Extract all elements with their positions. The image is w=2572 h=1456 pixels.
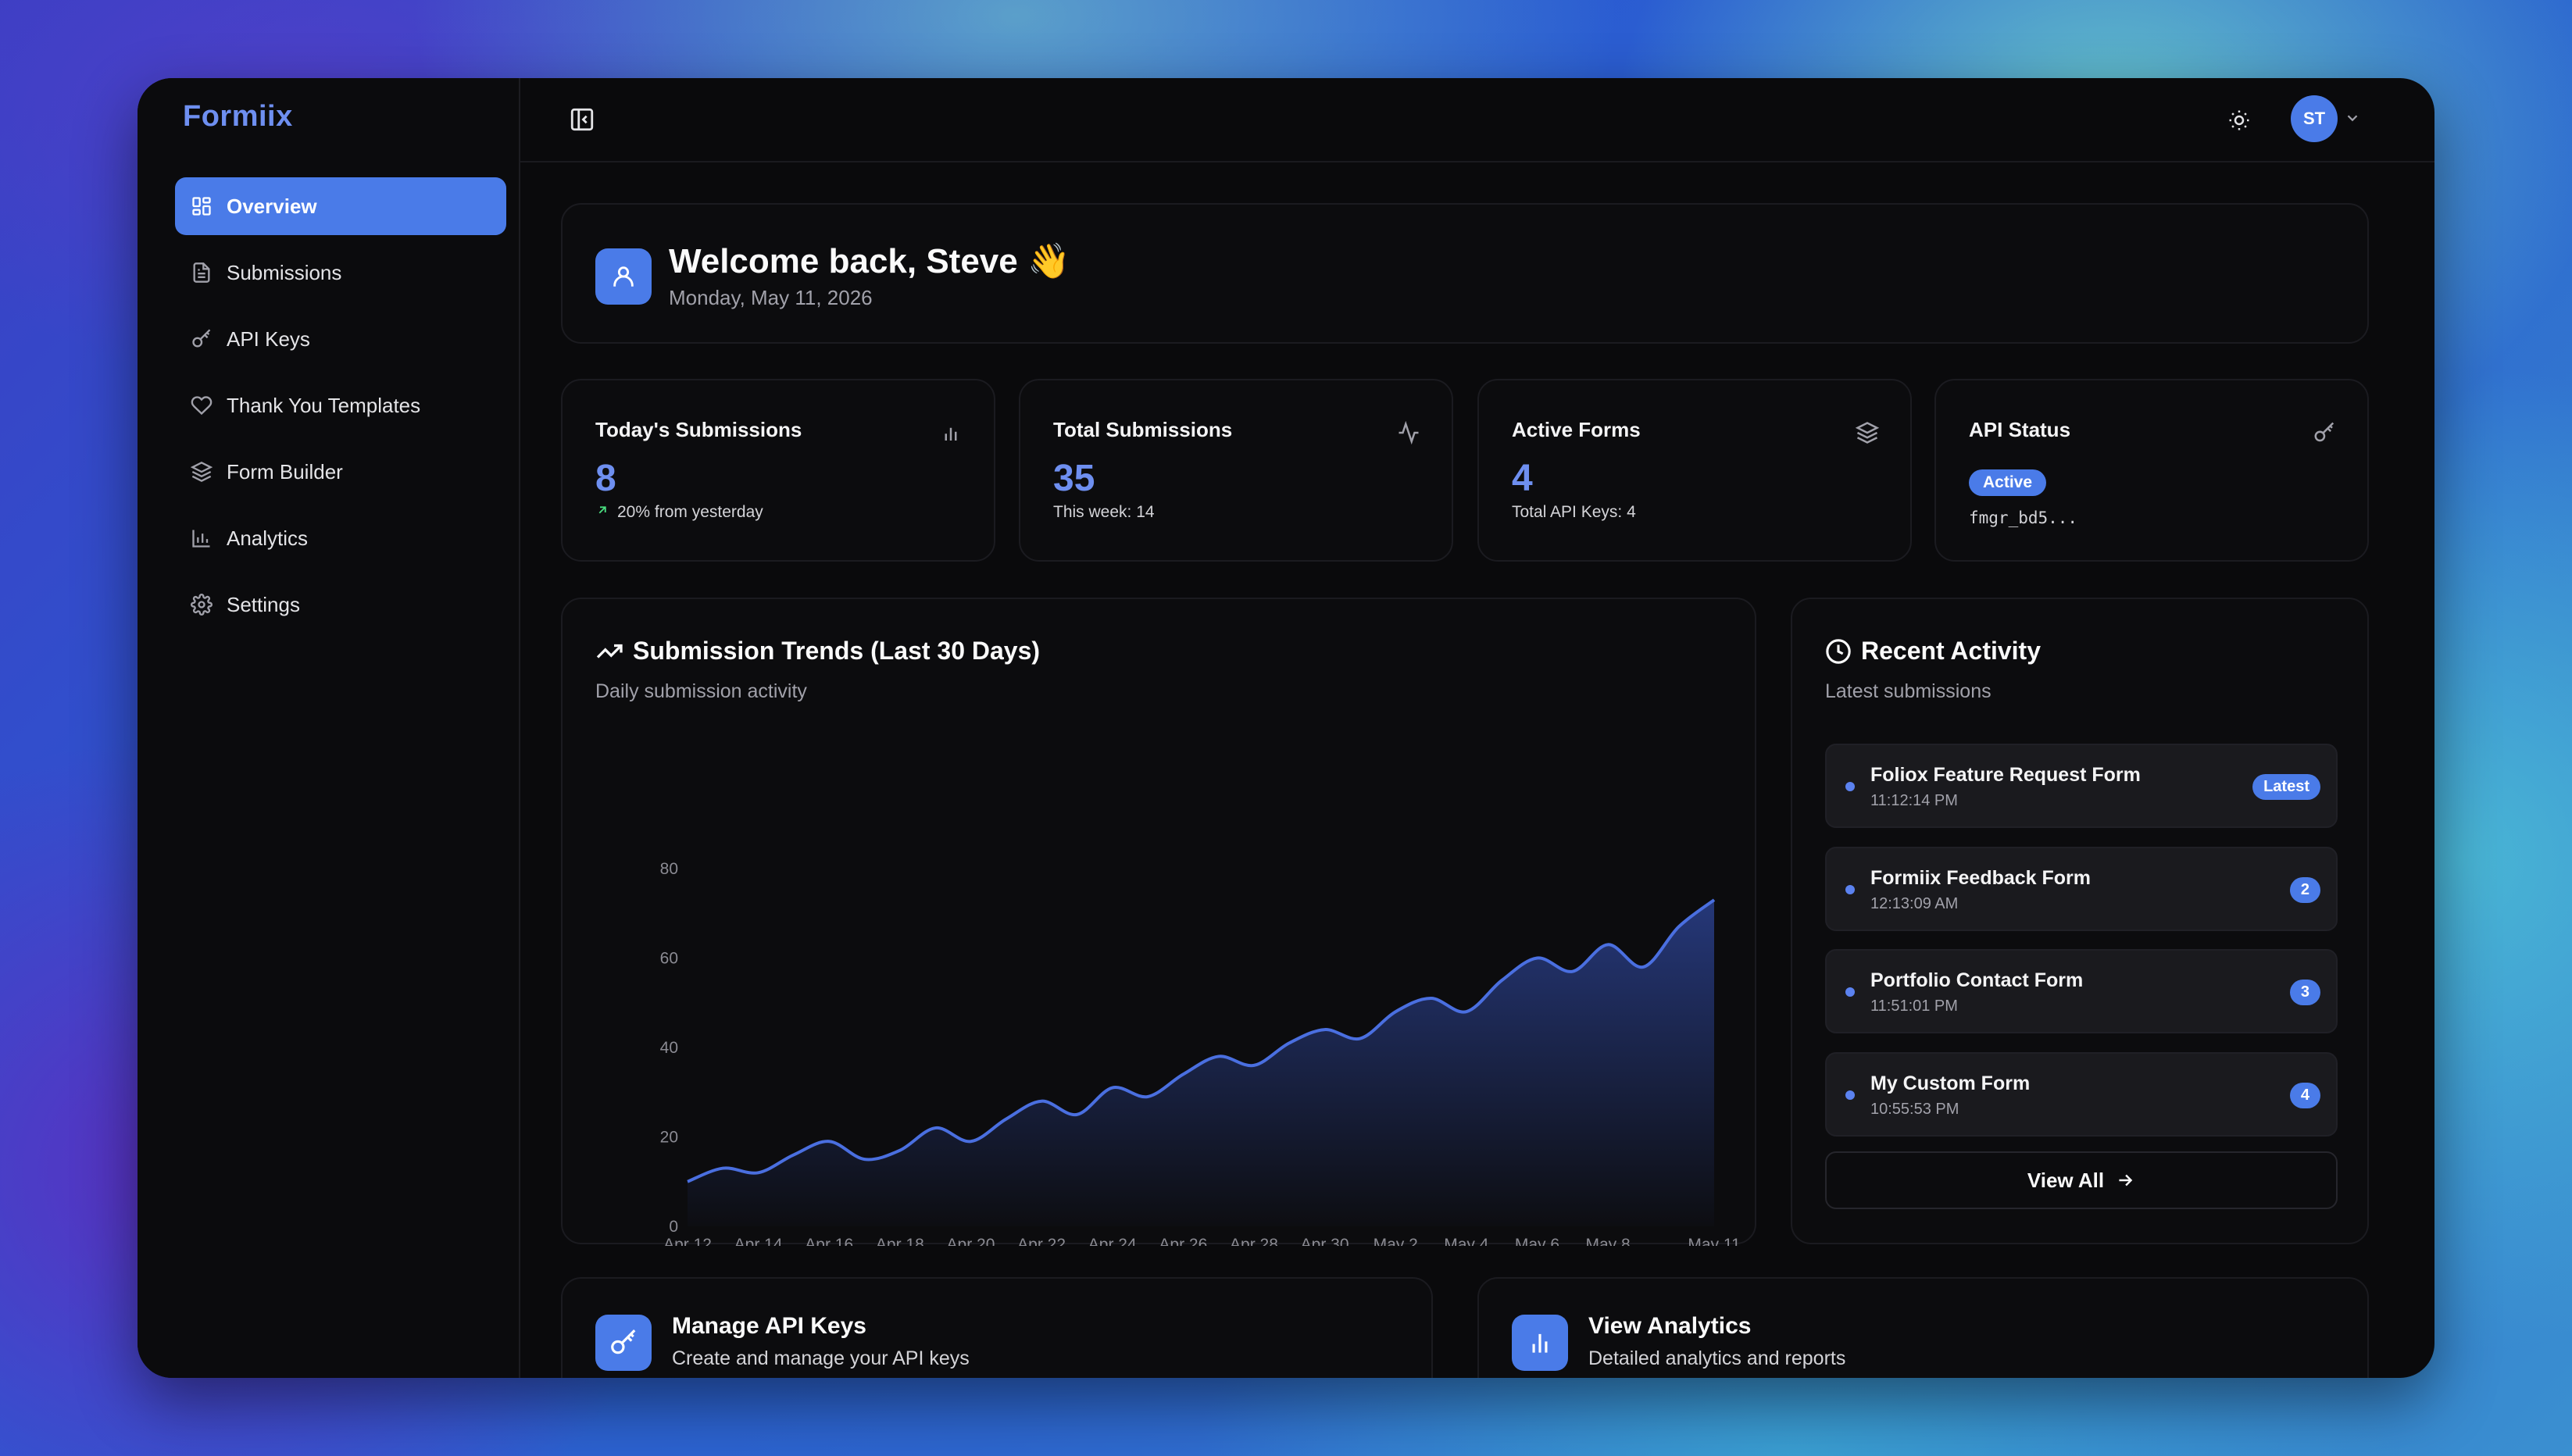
x-tick-label: May 11 (1688, 1236, 1740, 1246)
activity-form-name: Foliox Feature Request Form (1870, 764, 2141, 786)
x-tick-label: May 8 (1585, 1236, 1630, 1246)
y-tick-label: 20 (660, 1129, 678, 1147)
stat-card-api: API Status Active fmgr_bd5... (1934, 379, 2369, 562)
status-dot (1845, 782, 1855, 791)
x-tick-label: Apr 22 (1017, 1236, 1066, 1246)
quick-action-title: View Analytics (1588, 1313, 1752, 1339)
stat-card-forms: Active Forms 4 Total API Keys: 4 (1477, 379, 1912, 562)
activity-time: 11:12:14 PM (1870, 792, 1958, 809)
stat-sub: 20% from yesterday (595, 503, 763, 522)
stat-card-today: Today's Submissions 8 20% from yesterday (561, 379, 995, 562)
quick-action-title: Manage API Keys (672, 1313, 866, 1339)
arrow-right-icon (2119, 1174, 2133, 1187)
api-key-preview: fmgr_bd5... (1969, 509, 2078, 527)
stat-label: API Status (1969, 418, 2071, 441)
activity-badge: 4 (2289, 1083, 2320, 1108)
activity-item[interactable]: Foliox Feature Request Form 11:12:14 PM … (1825, 744, 2338, 828)
activity-item[interactable]: My Custom Form 10:55:53 PM 4 (1825, 1052, 2338, 1137)
activity-item[interactable]: Portfolio Contact Form 11:51:01 PM 3 (1825, 949, 2338, 1033)
stat-value: 4 (1512, 458, 1533, 499)
x-tick-label: Apr 12 (663, 1236, 712, 1246)
x-tick-label: Apr 28 (1230, 1236, 1278, 1246)
x-tick-label: Apr 14 (734, 1236, 783, 1246)
stat-label: Today's Submissions (595, 418, 802, 441)
key-icon (595, 1315, 652, 1371)
stat-sub: Total API Keys: 4 (1512, 503, 1636, 521)
activity-time: 11:51:01 PM (1870, 997, 1958, 1015)
layers-icon (1856, 422, 1879, 444)
x-tick-label: May 6 (1515, 1236, 1559, 1246)
bar-chart-icon (1512, 1315, 1568, 1371)
stat-value: 8 (595, 458, 616, 499)
quick-action-subtitle: Detailed analytics and reports (1588, 1347, 1846, 1369)
activity-title: Recent Activity (1825, 637, 2041, 666)
x-tick-label: Apr 30 (1301, 1236, 1349, 1246)
activity-badge: 2 (2289, 877, 2320, 903)
activity-item[interactable]: Formiix Feedback Form 12:13:09 AM 2 (1825, 847, 2338, 931)
submission-trends-card: Submission Trends (Last 30 Days) Daily s… (561, 598, 1756, 1246)
bar-chart-icon (945, 427, 957, 441)
stat-label: Active Forms (1512, 418, 1641, 441)
stat-sub: This week: 14 (1053, 503, 1155, 521)
y-tick-label: 60 (660, 950, 678, 968)
activity-title-text: Recent Activity (1861, 637, 2041, 665)
y-tick-label: 0 (669, 1218, 678, 1236)
welcome-date: Monday, May 11, 2026 (669, 286, 873, 309)
view-all-label: View All (2027, 1168, 2105, 1192)
main-content: Welcome back, Steve 👋 Monday, May 11, 20… (138, 78, 2434, 1378)
x-tick-label: Apr 24 (1088, 1236, 1137, 1246)
x-tick-label: Apr 16 (805, 1236, 853, 1246)
stat-card-total: Total Submissions 35 This week: 14 (1019, 379, 1453, 562)
stat-label: Total Submissions (1053, 418, 1233, 441)
area-chart: 80 60 40 20 0Apr 12 Apr 14 Apr 16 Apr 18 Apr 20 A… (660, 860, 1741, 1246)
status-dot (1845, 885, 1855, 894)
activity-badge: 3 (2289, 980, 2320, 1005)
activity-form-name: Portfolio Contact Form (1870, 969, 2084, 991)
welcome-card: Welcome back, Steve 👋 Monday, May 11, 20… (561, 203, 2369, 344)
x-tick-label: Apr 20 (947, 1236, 995, 1246)
quick-action-subtitle: Create and manage your API keys (672, 1347, 970, 1369)
activity-form-name: My Custom Form (1870, 1072, 2031, 1094)
manage-api-keys-card[interactable]: Manage API Keys Create and manage your A… (561, 1277, 1433, 1378)
clock-icon (1826, 638, 1851, 664)
activity-icon (1399, 421, 1419, 444)
activity-subtitle: Latest submissions (1825, 680, 1992, 702)
user-icon (595, 248, 652, 305)
activity-time: 10:55:53 PM (1870, 1101, 1959, 1118)
view-all-button[interactable]: View All (1825, 1151, 2338, 1209)
activity-form-name: Formiix Feedback Form (1870, 867, 2092, 889)
stat-change-text: 20% from yesterday (617, 503, 763, 521)
x-tick-label: May 2 (1374, 1236, 1418, 1246)
x-tick-label: May 4 (1444, 1236, 1489, 1246)
y-tick-label: 40 (660, 1039, 678, 1057)
activity-badge: Latest (2252, 774, 2320, 800)
status-dot (1845, 987, 1855, 997)
x-tick-label: Apr 26 (1159, 1236, 1207, 1246)
key-icon (2314, 422, 2334, 442)
status-badge: Active (1969, 469, 2047, 496)
activity-time: 12:13:09 AM (1870, 895, 1959, 912)
status-dot (1845, 1090, 1855, 1100)
welcome-title: Welcome back, Steve 👋 (669, 242, 1070, 280)
content-clip: Welcome back, Steve 👋 Monday, May 11, 20… (138, 78, 2434, 1378)
arrow-up-right-icon (595, 503, 609, 522)
x-tick-label: Apr 18 (876, 1236, 924, 1246)
view-analytics-card[interactable]: View Analytics Detailed analytics and re… (1477, 1277, 2369, 1378)
stat-value: 35 (1053, 458, 1095, 499)
recent-activity-card: Recent Activity Latest submissions Folio… (1791, 598, 2369, 1244)
y-tick-label: 80 (660, 860, 678, 878)
